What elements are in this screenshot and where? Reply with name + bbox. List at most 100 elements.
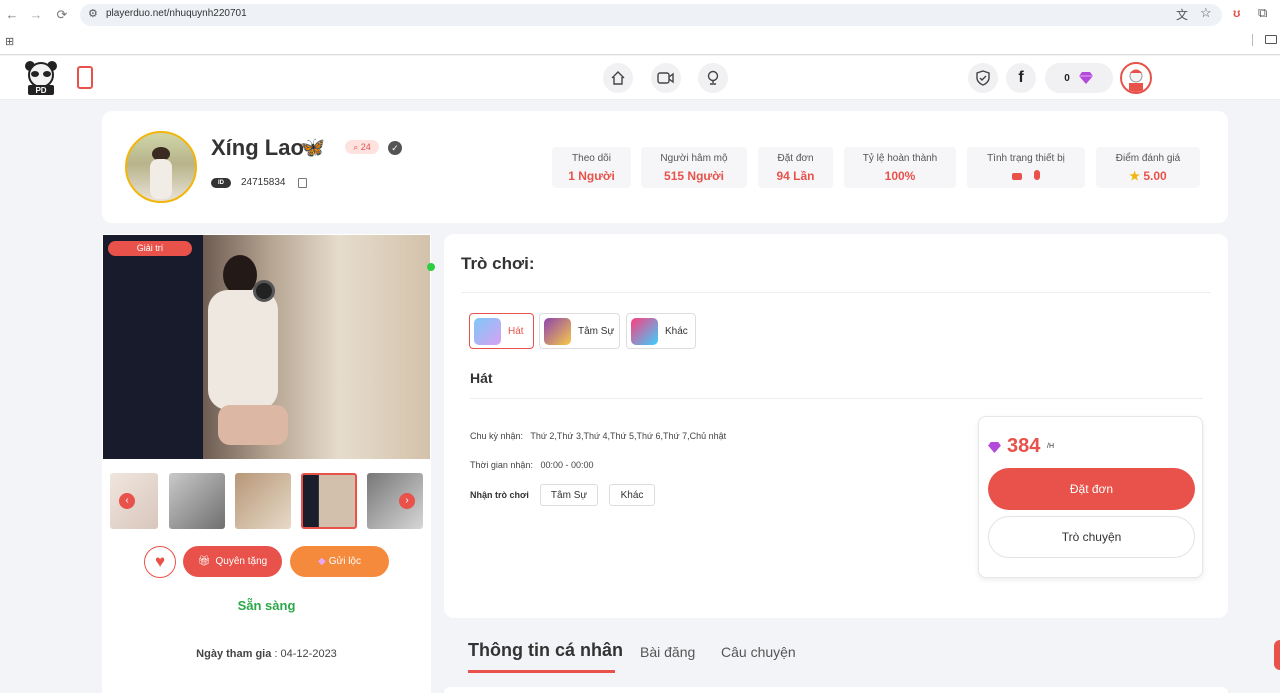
stat-device-status: Tình trạng thiết bị	[967, 147, 1085, 188]
video-icon[interactable]	[651, 63, 681, 93]
join-date-value: : 04-12-2023	[274, 648, 337, 660]
home-icon[interactable]	[603, 63, 633, 93]
stat-label: Tỷ lệ hoàn thành	[862, 153, 938, 164]
puzzle-icon[interactable]: ⧉	[1258, 5, 1267, 21]
order-button[interactable]: Đặt đơn	[988, 468, 1195, 510]
next-arrow-icon[interactable]: ›	[399, 493, 415, 509]
divider	[461, 292, 1211, 293]
gallery-thumb[interactable]	[235, 473, 291, 529]
stat-label: Người hâm mộ	[660, 153, 728, 164]
profile-name: Xíng Lao	[211, 135, 304, 160]
translate-icon[interactable]: 文	[1176, 6, 1188, 23]
stat-orders: Đặt đơn 94 Lần	[758, 147, 833, 188]
gift-icon: 🎁︎	[197, 556, 211, 567]
game-tab-hat[interactable]: Hát	[469, 313, 534, 349]
category-badge: Giải trí	[108, 241, 192, 256]
stat-value: 94 Lần	[776, 169, 815, 183]
game-tab-tam-su[interactable]: Tâm Sự	[539, 313, 620, 349]
tab-stories[interactable]: Câu chuyện	[721, 644, 796, 660]
panda-logo[interactable]: PD	[24, 60, 58, 96]
send-luck-button[interactable]: ◆ Gửi lộc	[290, 546, 389, 577]
forward-icon[interactable]: →	[28, 7, 44, 23]
trophy-icon[interactable]	[698, 63, 728, 93]
music-icon	[474, 317, 501, 345]
level-badge: ⌕ 24	[345, 140, 379, 154]
cycle-value: Thứ 2,Thứ 3,Thứ 4,Thứ 5,Thứ 6,Thứ 7,Chủ …	[530, 431, 727, 441]
browser-chrome: ← → ⟳ ⚙ playerduo.net/nhuquynh220701 文 ☆…	[0, 0, 1280, 55]
stat-completion-rate: Tỷ lệ hoàn thành 100%	[844, 147, 956, 188]
shield-icon[interactable]	[968, 63, 998, 93]
site-info-icon[interactable]: ⚙	[88, 7, 98, 20]
time-row: Thời gian nhận: 00:00 - 00:00	[470, 460, 594, 470]
gallery-thumb-selected[interactable]	[301, 473, 357, 529]
copy-icon[interactable]	[298, 178, 307, 188]
diamond-icon	[988, 442, 1001, 453]
price-value: 384	[1007, 435, 1041, 457]
active-tab-underline	[468, 670, 615, 673]
gallery-card: Giải trí ‹ › ♥ 🎁︎ Quyên tặng ◆ Gửi lộc Sẵn…	[102, 234, 435, 693]
heart-button[interactable]: ♥	[144, 546, 176, 578]
star-icon: ★	[1129, 169, 1141, 183]
order-box: 384 /H Đặt đơn Trò chuyện	[978, 416, 1203, 578]
stat-label: Đặt đơn	[777, 153, 814, 164]
url-text: playerduo.net/nhuquynh220701	[106, 8, 247, 19]
mobile-app-icon[interactable]	[77, 66, 93, 89]
apps-grid-icon[interactable]: ⊞	[5, 35, 14, 48]
stat-fans: Người hâm mộ 515 Người	[641, 147, 747, 188]
prev-arrow-icon[interactable]: ‹	[119, 493, 135, 509]
svg-text:PD: PD	[35, 86, 46, 95]
chat-button[interactable]: Trò chuyện	[988, 516, 1195, 558]
diamond-balance[interactable]: 0	[1045, 63, 1113, 93]
site-header: PD f 0	[0, 56, 1280, 100]
profile-id: 24715834	[241, 177, 286, 188]
tag-tam-su[interactable]: Tâm Sự	[540, 484, 598, 506]
divider	[1252, 34, 1253, 46]
profile-avatar	[125, 131, 197, 203]
tag-khac[interactable]: Khác	[609, 484, 655, 506]
stat-label: Tình trạng thiết bị	[987, 153, 1065, 164]
stat-rating: Điểm đánh giá ★ 5.00	[1096, 147, 1200, 188]
chat-icon	[544, 317, 571, 345]
game-tab-label: Hát	[508, 325, 524, 337]
reload-icon[interactable]: ⟳	[54, 7, 70, 23]
id-label: ID	[211, 178, 231, 188]
diamond-icon: ◆	[318, 556, 326, 567]
send-luck-label: Gửi lộc	[328, 556, 361, 567]
availability-status: Sẵn sàng	[237, 598, 296, 613]
gift-label: Quyên tặng	[215, 556, 268, 567]
price-unit: /H	[1047, 443, 1054, 450]
level-count: 24	[360, 142, 371, 152]
game-tab-label: Tâm Sự	[578, 325, 615, 337]
camera-icon	[1012, 173, 1022, 180]
cycle-row: Chu kỳ nhận: Thứ 2,Thứ 3,Thứ 4,Thứ 5,Thứ…	[470, 431, 726, 441]
butterfly-emoji: 🦋	[300, 137, 325, 159]
stat-label: Theo dõi	[572, 153, 611, 164]
star-icon[interactable]: ☆	[1200, 5, 1212, 21]
gift-button[interactable]: 🎁︎ Quyên tặng	[183, 546, 282, 577]
floating-chat-button[interactable]	[1274, 640, 1280, 670]
time-label: Thời gian nhận:	[470, 460, 533, 470]
tags-label: Nhận trò chơi	[470, 490, 529, 500]
address-bar[interactable]: ⚙ playerduo.net/nhuquynh220701 文 ☆	[80, 4, 1222, 26]
time-value: 00:00 - 00:00	[540, 460, 594, 470]
online-dot	[427, 263, 435, 271]
folder-icon[interactable]	[1265, 35, 1277, 44]
stat-label: Điểm đánh giá	[1115, 153, 1181, 164]
diamond-icon	[1078, 72, 1093, 84]
selected-game-title: Hát	[470, 370, 493, 386]
games-title: Trò chơi:	[461, 254, 535, 273]
tab-personal-info[interactable]: Thông tin cá nhân	[468, 640, 623, 661]
stat-value: 100%	[884, 169, 916, 183]
user-avatar[interactable]	[1120, 62, 1152, 94]
stat-value: 1 Người	[568, 169, 615, 183]
game-tab-khac[interactable]: Khác	[626, 313, 696, 349]
extension-icon[interactable]: ʊ	[1233, 6, 1240, 20]
facebook-icon[interactable]: f	[1006, 63, 1036, 93]
info-card-top	[444, 687, 1228, 693]
gallery-thumb[interactable]	[169, 473, 225, 529]
diamond-count: 0	[1064, 72, 1070, 84]
main-photo[interactable]	[103, 235, 430, 459]
tab-posts[interactable]: Bài đăng	[640, 644, 695, 660]
back-icon[interactable]: ←	[4, 7, 20, 23]
join-date-label: Ngày tham gia	[196, 648, 272, 660]
